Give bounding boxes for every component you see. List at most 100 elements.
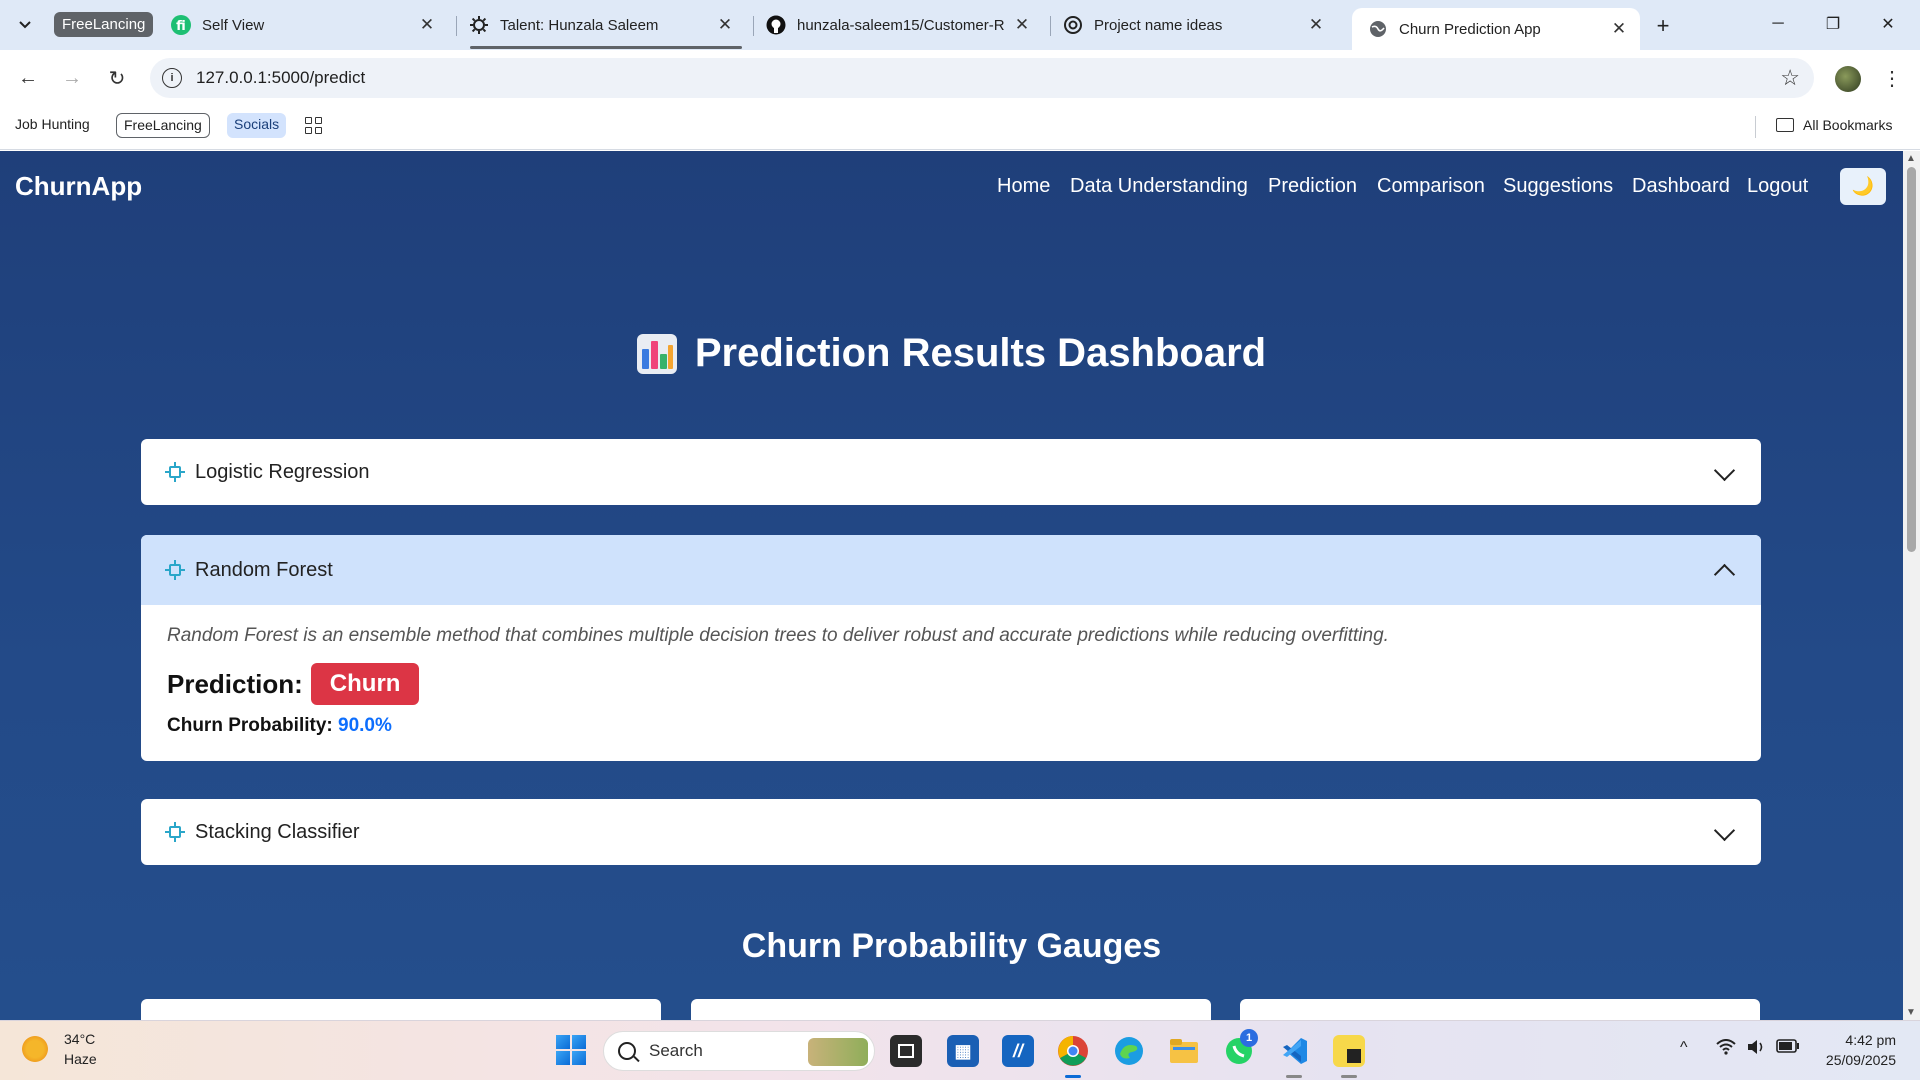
tab-self-view[interactable]: fi Self View ✕	[155, 8, 448, 42]
tab-group-chip[interactable]: FreeLancing	[54, 12, 154, 37]
cpu-icon	[165, 822, 185, 842]
windows-start-icon[interactable]	[556, 1035, 588, 1067]
app-icon[interactable]: //	[1002, 1035, 1034, 1067]
wifi-icon[interactable]	[1716, 1039, 1736, 1060]
apps-grid-icon[interactable]	[305, 117, 323, 135]
windows-taskbar: 34°C Haze Search ▦ // 1 ^ 4:42 pm 25/09/…	[0, 1020, 1920, 1080]
nav-comparison[interactable]: Comparison	[1377, 175, 1485, 198]
chrome-icon[interactable]	[1057, 1035, 1089, 1067]
microsoft-store-icon[interactable]: ▦	[947, 1035, 979, 1067]
bar-chart-icon	[636, 333, 677, 374]
chevron-down-icon	[19, 21, 31, 29]
tab-project-ideas[interactable]: Project name ideas ✕	[1047, 8, 1337, 42]
site-info-icon[interactable]: i	[162, 68, 182, 88]
accordion-header-logistic-regression[interactable]: Logistic Regression	[141, 439, 1761, 505]
weather-widget[interactable]: 34°C Haze	[20, 1029, 97, 1069]
new-tab-button[interactable]: +	[1649, 12, 1677, 40]
fiverr-icon: fi	[171, 15, 191, 35]
battery-icon[interactable]	[1776, 1039, 1800, 1058]
svg-text:fi: fi	[176, 19, 186, 34]
cpu-icon	[165, 560, 185, 580]
tab-title: Churn Prediction App	[1399, 20, 1541, 38]
scrollbar-thumb[interactable]	[1907, 167, 1916, 552]
accordion-header-stacking-classifier[interactable]: Stacking Classifier	[141, 799, 1761, 865]
tab-title: Project name ideas	[1094, 16, 1223, 34]
prediction-badge: Churn	[310, 663, 420, 705]
chevron-down-icon	[1713, 823, 1735, 845]
model-description: Random Forest is an ensemble method that…	[167, 625, 1389, 646]
tab-talent[interactable]: Talent: Hunzala Saleem ✕	[453, 8, 746, 42]
tray-overflow-icon[interactable]: ^	[1680, 1039, 1688, 1057]
nav-dashboard[interactable]: Dashboard	[1632, 175, 1730, 198]
globe-icon	[1368, 19, 1388, 39]
back-button[interactable]: ←	[12, 62, 44, 94]
minimize-button[interactable]: ─	[1756, 6, 1800, 42]
model-name: Random Forest	[195, 558, 333, 581]
nav-logout[interactable]: Logout	[1747, 175, 1808, 198]
url-text: 127.0.0.1:5000/predict	[196, 68, 366, 87]
clock-time: 4:42 pm	[1845, 1032, 1896, 1048]
weather-desc: Haze	[64, 1051, 97, 1067]
forward-button[interactable]: →	[56, 62, 88, 94]
nav-data-understanding[interactable]: Data Understanding	[1070, 175, 1248, 198]
nav-suggestions[interactable]: Suggestions	[1503, 175, 1613, 198]
page-scrollbar[interactable]: ▲ ▼	[1903, 151, 1920, 1020]
nav-prediction[interactable]: Prediction	[1268, 175, 1357, 198]
address-bar[interactable]: i 127.0.0.1:5000/predict ☆	[150, 58, 1814, 98]
close-icon[interactable]: ✕	[1305, 14, 1327, 36]
close-icon[interactable]: ✕	[714, 14, 736, 36]
close-window-button[interactable]: ✕	[1866, 6, 1910, 42]
bookmark-star-icon[interactable]: ☆	[1780, 65, 1800, 91]
taskbar-search-placeholder: Search	[649, 1041, 703, 1060]
probability-line: Churn Probability: 90.0%	[167, 715, 1735, 737]
all-bookmarks-button[interactable]: All Bookmarks	[1776, 117, 1892, 133]
chevron-up-icon	[1713, 559, 1735, 581]
taskbar-search[interactable]: Search	[603, 1031, 875, 1071]
whatsapp-icon[interactable]: 1	[1223, 1029, 1258, 1067]
gauges-title: Churn Probability Gauges	[741, 927, 1162, 965]
task-view-icon[interactable]	[890, 1035, 922, 1067]
close-icon[interactable]: ✕	[1011, 14, 1033, 36]
nav-home[interactable]: Home	[997, 175, 1050, 198]
bookmarks-bar: Job Hunting FreeLancing Socials All Book…	[0, 106, 1920, 150]
accordion-logistic-regression: Logistic Regression	[141, 439, 1761, 505]
bookmark-freelancing[interactable]: FreeLancing	[116, 113, 210, 138]
bookmark-job-hunting[interactable]: Job Hunting	[8, 113, 97, 138]
chevron-down-icon	[1713, 463, 1735, 485]
tab-title: hunzala-saleem15/Customer-R	[797, 16, 1005, 34]
profile-avatar[interactable]	[1835, 66, 1861, 92]
tab-search-button[interactable]	[10, 12, 40, 38]
tab-churn-prediction-app[interactable]: Churn Prediction App ✕	[1352, 8, 1640, 50]
sticky-notes-icon[interactable]	[1333, 1035, 1365, 1067]
accordion-header-random-forest[interactable]: Random Forest	[141, 535, 1761, 605]
weather-temp: 34°C	[64, 1031, 96, 1047]
accordion-body-random-forest: Random Forest is an ensemble method that…	[141, 605, 1761, 761]
reload-button[interactable]: ↻	[101, 62, 133, 94]
prediction-label: Prediction:	[167, 668, 303, 699]
close-icon[interactable]: ✕	[416, 14, 438, 36]
all-bookmarks-label: All Bookmarks	[1803, 117, 1893, 133]
scroll-down-icon[interactable]: ▼	[1906, 1007, 1916, 1018]
tab-title: Talent: Hunzala Saleem	[500, 16, 659, 34]
volume-icon[interactable]	[1746, 1039, 1766, 1060]
scroll-up-icon[interactable]: ▲	[1906, 153, 1916, 164]
gauge-card	[1240, 999, 1760, 1020]
system-clock[interactable]: 4:42 pm 25/09/2025	[1816, 1030, 1896, 1070]
tab-strip: FreeLancing fi Self View ✕ Talent: Hunza…	[0, 0, 1920, 50]
theme-toggle-button[interactable]: 🌙	[1840, 168, 1886, 205]
vscode-icon[interactable]	[1278, 1035, 1310, 1067]
edge-icon[interactable]	[1113, 1035, 1145, 1067]
accordion-random-forest: Random Forest Random Forest is an ensemb…	[141, 535, 1761, 761]
close-icon[interactable]: ✕	[1608, 18, 1630, 40]
browser-toolbar: ← → ↻ i 127.0.0.1:5000/predict ☆	[0, 50, 1920, 106]
restore-button[interactable]: ❐	[1811, 6, 1855, 42]
brand-logo[interactable]: ChurnApp	[15, 171, 142, 202]
bookmark-socials[interactable]: Socials	[227, 113, 287, 138]
tab-github[interactable]: hunzala-saleem15/Customer-R ✕	[750, 8, 1043, 42]
file-explorer-icon[interactable]	[1168, 1035, 1200, 1067]
model-name: Logistic Regression	[195, 460, 370, 483]
gear-icon	[469, 15, 489, 35]
clock-date: 25/09/2025	[1825, 1052, 1896, 1068]
browser-menu-icon[interactable]: ⋮	[1882, 64, 1902, 94]
search-highlight-image	[808, 1038, 868, 1066]
